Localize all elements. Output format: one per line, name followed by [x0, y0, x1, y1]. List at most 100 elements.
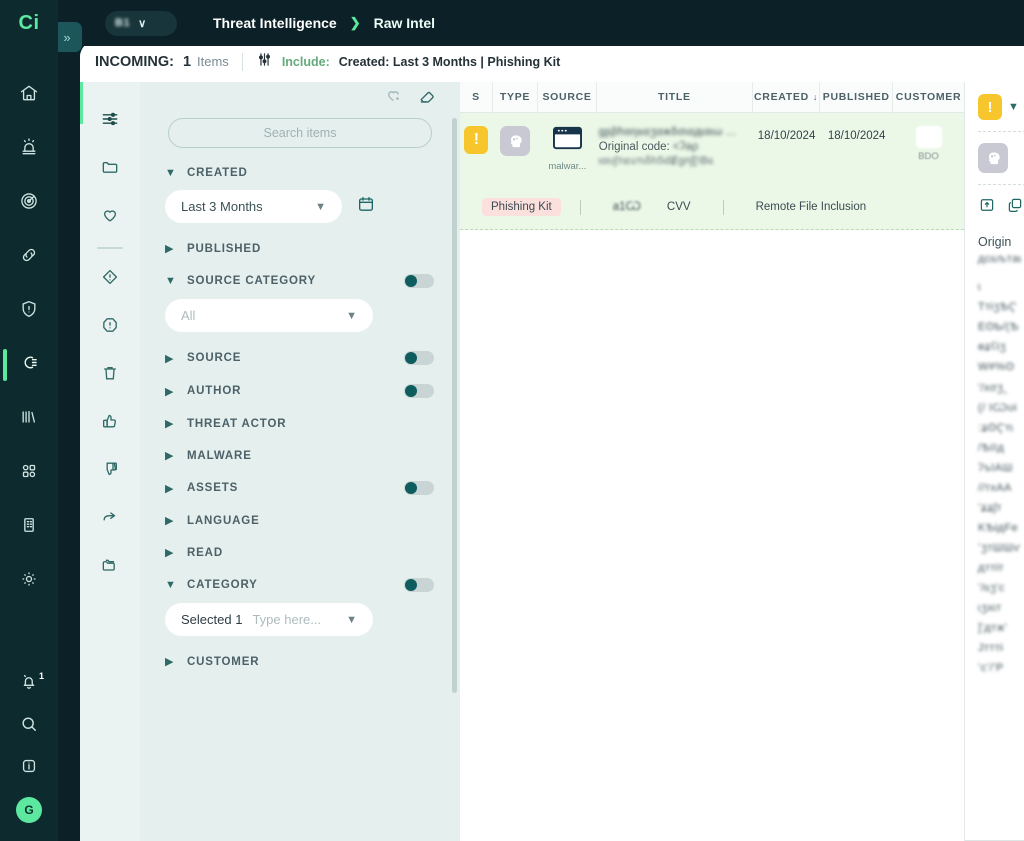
filter-group-source-category: ▼ SOURCE CATEGORY All ▼	[158, 274, 442, 332]
tag-remote-file-inclusion[interactable]: Remote File Inclusion	[756, 201, 867, 213]
detail-text-line: дттɨт	[978, 562, 1004, 574]
rail-item-filters[interactable]	[88, 97, 132, 145]
tag-cvv[interactable]: CVV	[667, 201, 691, 213]
filter-header-author[interactable]: ▶ AUTHOR	[158, 384, 442, 398]
sidebar-item-modules[interactable]	[0, 446, 58, 500]
filter-header-published[interactable]: ▶ PUBLISHED	[158, 242, 442, 256]
cell-title: ɡʂβɦαηɩɩαʒαжδσɩαдɩαɩω ... Original code:…	[597, 126, 753, 167]
rail-item-thumbs-down[interactable]	[88, 447, 132, 495]
cell-severity: !	[460, 126, 493, 154]
folder-copy-icon	[100, 555, 120, 580]
title-primary: ɡʂβɦαηɩɩαʒαжδσɩαдɩαɩω ...	[598, 126, 737, 138]
created-controls: Last 3 Months ▼	[158, 179, 442, 223]
filter-toggle[interactable]	[404, 351, 434, 365]
main-card: INCOMING: 1 Items Include: Created: Last…	[80, 41, 1024, 841]
notifications-button[interactable]: 1	[0, 663, 58, 705]
title-secondary: Original code: <ʔəρ	[599, 141, 699, 153]
tag-phishing-kit[interactable]: Phishing Kit	[482, 198, 561, 216]
filters-scrollbar[interactable]	[452, 118, 457, 693]
app-logo[interactable]: Ci	[0, 0, 58, 46]
filter-header-malware[interactable]: ▶ MALWARE	[158, 449, 442, 463]
table-row[interactable]: ! malwar... ɡʂβɦαηɩɩαʒαжδσɩαдɩαɩω ... Or…	[460, 113, 964, 230]
filter-header-created[interactable]: ▼ CREATED	[158, 167, 442, 179]
divider	[241, 52, 243, 71]
breadcrumb-item-threat-intelligence[interactable]: Threat Intelligence	[213, 15, 337, 31]
filter-header-threat-actor[interactable]: ▶ THREAT ACTOR	[158, 417, 442, 431]
info-button[interactable]	[0, 747, 58, 789]
cell-created: 18/10/2024	[757, 130, 816, 142]
sidebar-item-alerts[interactable]	[0, 122, 58, 176]
sidebar-item-protection[interactable]	[0, 284, 58, 338]
source-category-select[interactable]: All ▼	[165, 299, 373, 332]
chevron-down-icon[interactable]: ▼	[1008, 101, 1019, 113]
detail-text-line: ɩʒхɩт	[978, 602, 1002, 614]
filter-toggle[interactable]	[404, 274, 434, 288]
search-input[interactable]: Search items	[168, 118, 432, 148]
tenant-selector[interactable]: B1 ∨	[105, 10, 177, 36]
chevron-right-icon: ❯	[349, 15, 361, 30]
heart-icon	[100, 205, 120, 230]
table-row-tags: Phishing Kit а1Ѡ CVV Remote File Inclusi…	[460, 185, 964, 229]
filter-header-assets[interactable]: ▶ ASSETS	[158, 481, 442, 495]
rail-item-share[interactable]	[88, 495, 132, 543]
column-header-customer[interactable]: CUSTOMER	[893, 82, 964, 113]
rail-item-alerts[interactable]	[88, 303, 132, 351]
filter-header-customer[interactable]: ▶ CUSTOMER	[158, 655, 442, 669]
detail-text-line: ʻʒтШШѵ	[978, 542, 1021, 554]
category-select[interactable]: Selected 1 Type here... ▼	[165, 603, 373, 636]
filter-header-language[interactable]: ▶ LANGUAGE	[158, 514, 442, 528]
head-brain-icon	[978, 143, 1008, 173]
eraser-icon[interactable]	[417, 86, 437, 111]
rail-item-trash[interactable]	[88, 351, 132, 399]
column-header-source[interactable]: SOURCE	[538, 81, 597, 113]
title-original-code-label: Original code:	[598, 141, 670, 153]
column-header-title[interactable]: TITLE	[597, 81, 753, 113]
copy-icon[interactable]	[1006, 196, 1024, 219]
detail-text-line: //тхАА	[978, 482, 1012, 494]
rail-item-thumbs-up[interactable]	[88, 399, 132, 447]
customer-name: BDO	[918, 151, 939, 162]
column-header-published[interactable]: PUBLISHED	[820, 81, 894, 113]
filter-header-source[interactable]: ▶ SOURCE	[158, 351, 442, 365]
tag-blurred[interactable]: а1Ѡ	[613, 201, 641, 213]
detail-text-line: ɩ	[978, 281, 981, 293]
thumbs-up-icon	[100, 411, 120, 436]
breadcrumb-item-raw-intel[interactable]: Raw Intel	[374, 15, 435, 31]
rail-item-folders[interactable]	[88, 145, 132, 193]
sidebar-item-threat-intelligence[interactable]	[0, 338, 58, 392]
rail-item-priority[interactable]	[88, 255, 132, 303]
breadcrumb: Threat Intelligence ❯ Raw Intel	[213, 15, 435, 31]
sidebar-item-settings[interactable]	[0, 554, 58, 608]
export-icon[interactable]	[978, 196, 996, 219]
sidebar-item-radar[interactable]	[0, 176, 58, 230]
chevron-right-icon: ▶	[165, 243, 174, 255]
filter-toggle[interactable]	[404, 384, 434, 398]
filter-header-category[interactable]: ▼ CATEGORY	[158, 578, 442, 592]
filter-header-source-category[interactable]: ▼ SOURCE CATEGORY	[158, 274, 442, 288]
sidebar-item-reports[interactable]	[0, 392, 58, 446]
share-arrow-icon	[100, 507, 120, 532]
heart-plus-icon[interactable]	[384, 86, 403, 110]
calendar-icon[interactable]	[356, 194, 376, 219]
avatar[interactable]: G	[16, 797, 42, 823]
results-table: S TYPE SOURCE TITLE CREATED ↓ PUBLISHED …	[460, 81, 964, 841]
filter-header-read[interactable]: ▶ READ	[158, 546, 442, 560]
filter-toggle[interactable]	[404, 578, 434, 592]
severity-badge[interactable]: !	[464, 126, 489, 154]
rail-item-favorites[interactable]	[88, 193, 132, 241]
rail-item-archive[interactable]	[88, 543, 132, 591]
sidebar-item-home[interactable]	[0, 68, 58, 122]
filter-toggle[interactable]	[404, 481, 434, 495]
column-header-created[interactable]: CREATED ↓	[753, 81, 821, 113]
created-range-select[interactable]: Last 3 Months ▼	[165, 190, 342, 223]
detail-severity-badge[interactable]: !	[978, 94, 1002, 120]
sidebar-item-links[interactable]	[0, 230, 58, 284]
filter-group-created: ▼ CREATED Last 3 Months ▼	[158, 167, 442, 223]
sidebar-item-organization[interactable]	[0, 500, 58, 554]
search-button[interactable]	[0, 705, 58, 747]
sliders-icon[interactable]	[256, 51, 273, 73]
column-header-type[interactable]: TYPE	[493, 81, 539, 113]
detail-text-line: ʔъІАШ	[978, 462, 1013, 474]
detail-text-line: ʻcʻ/ʻP	[978, 662, 1004, 674]
column-header-severity[interactable]: S	[460, 81, 493, 113]
